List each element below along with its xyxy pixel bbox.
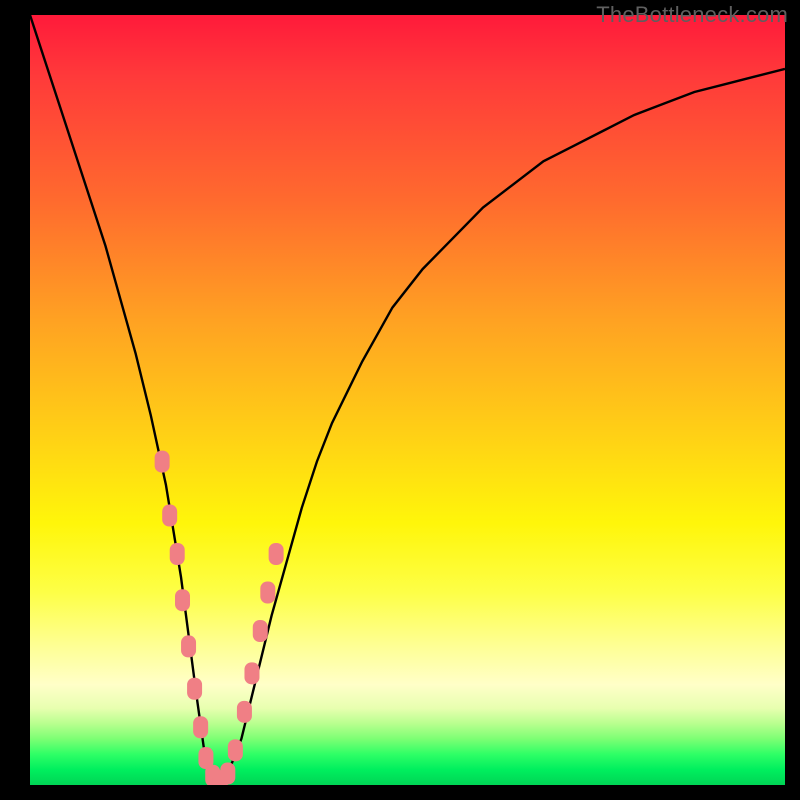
curve-marker (193, 716, 208, 738)
curve-marker (175, 589, 190, 611)
curve-path (30, 15, 785, 785)
curve-marker (162, 505, 177, 527)
plot-area (30, 15, 785, 785)
chart-frame: TheBottleneck.com (0, 0, 800, 800)
curve-marker (260, 582, 275, 604)
curve-marker (228, 739, 243, 761)
curve-marker (155, 451, 170, 473)
curve-marker (181, 635, 196, 657)
curve-marker (269, 543, 284, 565)
watermark-text: TheBottleneck.com (596, 2, 788, 28)
marker-group (155, 451, 284, 785)
curve-marker (170, 543, 185, 565)
curve-marker (253, 620, 268, 642)
curve-marker (220, 762, 235, 784)
bottleneck-curve (30, 15, 785, 785)
curve-marker (237, 701, 252, 723)
curve-marker (244, 662, 259, 684)
curve-marker (187, 678, 202, 700)
curve-layer (30, 15, 785, 785)
